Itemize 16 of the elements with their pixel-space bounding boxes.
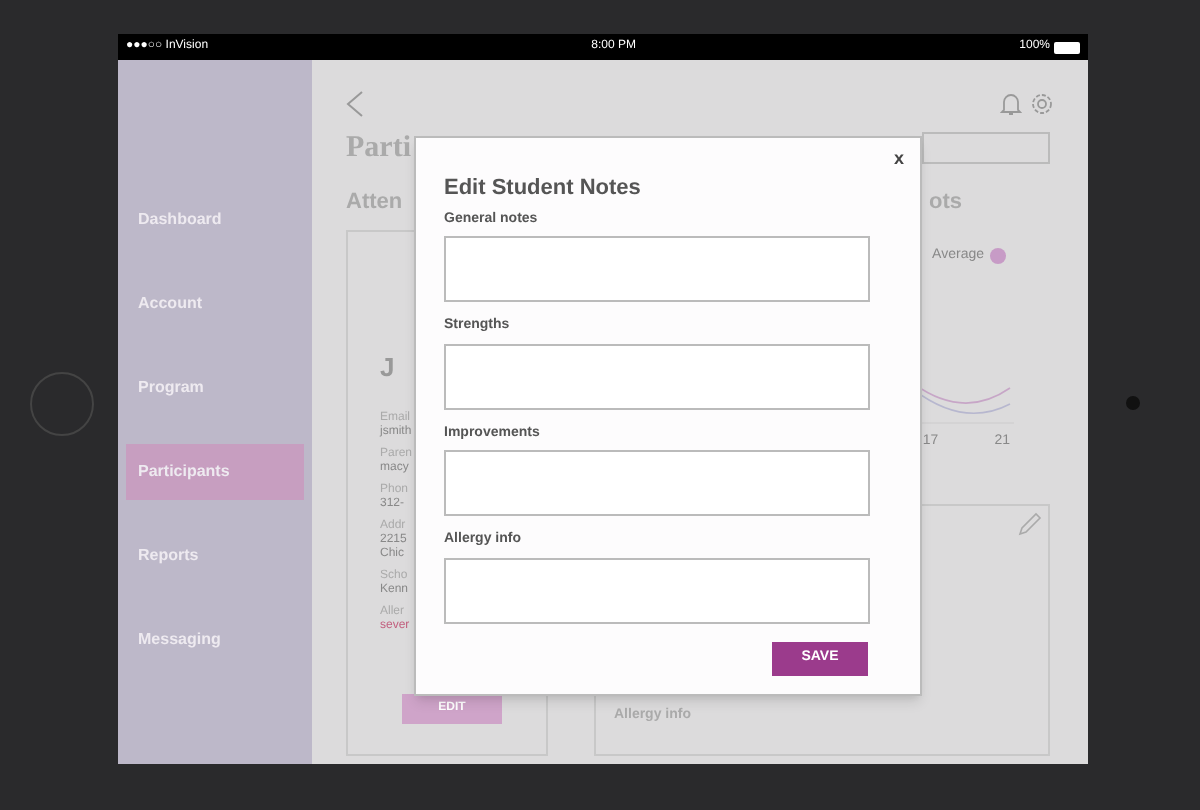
settings-icon[interactable] bbox=[1030, 92, 1054, 116]
search-field[interactable] bbox=[922, 132, 1050, 164]
back-chevron-icon[interactable] bbox=[346, 90, 364, 118]
dialog-title: Edit Student Notes bbox=[444, 174, 643, 204]
home-button[interactable] bbox=[30, 372, 94, 436]
notes-input-field[interactable] bbox=[444, 343, 870, 409]
notes-input-field[interactable] bbox=[444, 450, 870, 516]
battery-icon bbox=[1054, 41, 1080, 53]
notes-input-field[interactable] bbox=[444, 557, 870, 623]
student-initial: J bbox=[380, 350, 397, 386]
pencil-icon[interactable] bbox=[1018, 512, 1042, 536]
camera-icon bbox=[1126, 396, 1140, 410]
sidebar-item[interactable]: Participants bbox=[126, 444, 304, 500]
close-button[interactable]: x bbox=[893, 146, 904, 170]
notes-input-field[interactable] bbox=[444, 236, 870, 302]
bell-icon[interactable] bbox=[1000, 92, 1022, 116]
